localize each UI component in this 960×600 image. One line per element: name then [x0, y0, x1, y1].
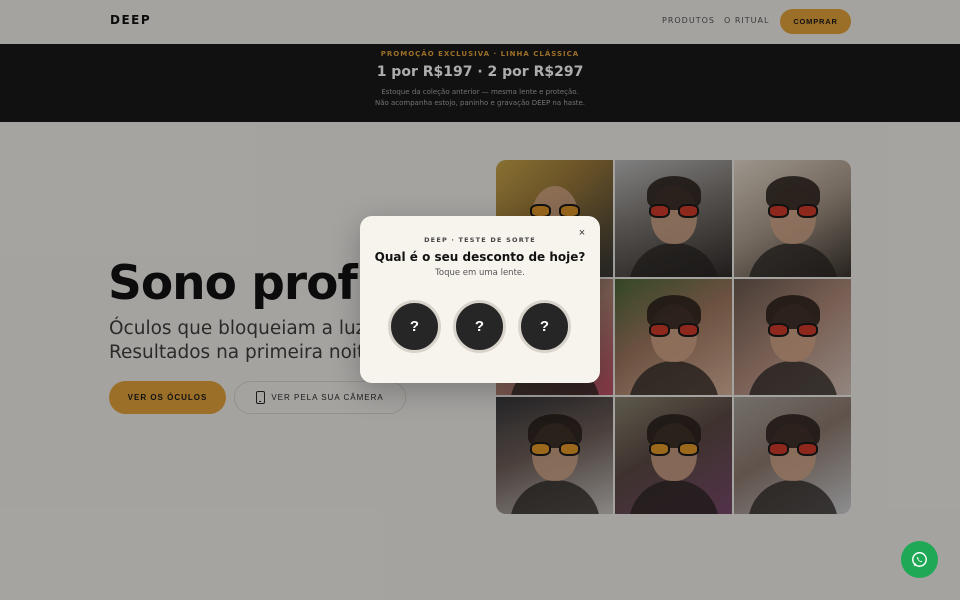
lens-choice-button[interactable]: ?: [388, 300, 441, 353]
lens-choice-button[interactable]: ?: [518, 300, 571, 353]
modal-title: Qual é o seu desconto de hoje?: [374, 250, 586, 264]
modal-eyebrow: DEEP · TESTE DE SORTE: [424, 236, 536, 244]
whatsapp-button[interactable]: [901, 541, 938, 578]
whatsapp-icon: [912, 552, 927, 567]
lens-choice-button[interactable]: ?: [453, 300, 506, 353]
modal-subtitle: Toque em uma lente.: [435, 268, 525, 278]
